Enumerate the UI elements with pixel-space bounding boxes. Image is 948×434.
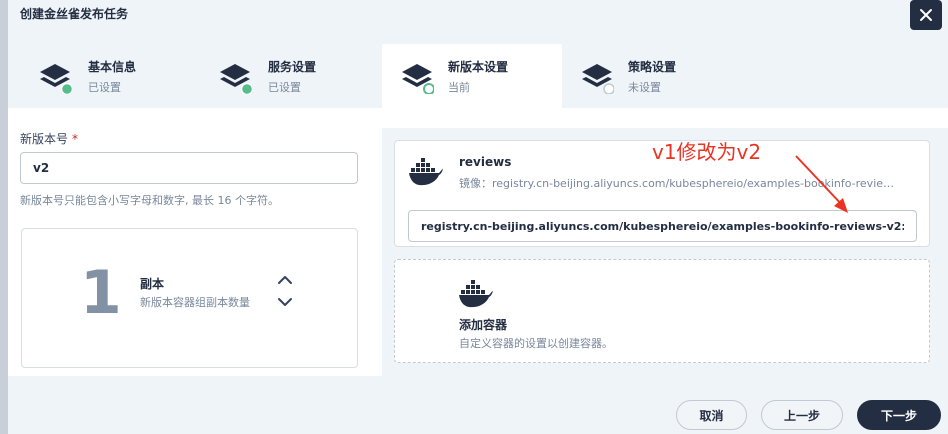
layers-icon	[582, 64, 614, 94]
step-status: 已设置	[88, 81, 121, 94]
background-page-edge	[0, 0, 8, 434]
step-title: 新版本设置	[448, 60, 509, 74]
replica-counter: 1 副本 新版本容器组副本数量	[21, 228, 358, 368]
increase-replicas-button[interactable]	[276, 273, 294, 287]
version-label: 新版本号 *	[20, 130, 78, 147]
add-container-description: 自定义容器的设置以创建容器。	[459, 337, 613, 350]
layers-icon	[220, 64, 252, 94]
modal-footer: 取消 上一步 下一步	[8, 376, 948, 434]
canary-release-modal: 创建金丝雀发布任务 基本信息 已设置 服务设置 已设置 新版本设置 当前 策略设…	[8, 0, 948, 434]
image-input[interactable]	[408, 210, 917, 242]
add-container-button[interactable]: 添加容器 自定义容器的设置以创建容器。	[394, 259, 930, 363]
modal-title: 创建金丝雀发布任务	[20, 7, 129, 21]
required-mark: *	[72, 132, 79, 146]
replica-count: 1	[80, 258, 122, 328]
cancel-button[interactable]: 取消	[676, 400, 747, 430]
step-status: 当前	[448, 81, 470, 94]
step-basic-info[interactable]: 基本信息 已设置	[8, 44, 188, 108]
decrease-replicas-button[interactable]	[276, 295, 294, 309]
next-step-button[interactable]: 下一步	[857, 400, 941, 430]
version-label-text: 新版本号	[20, 132, 69, 146]
add-container-title: 添加容器	[459, 318, 508, 332]
step-title: 基本信息	[88, 60, 137, 74]
container-name: reviews	[459, 155, 512, 169]
layers-icon	[402, 64, 434, 94]
step-title: 服务设置	[268, 60, 317, 74]
version-form: 新版本号* 新版本号只能包含小写字母和数字, 最长 16 个字符。 1 副本 新…	[8, 108, 380, 376]
step-new-version-settings[interactable]: 新版本设置 当前	[382, 44, 562, 108]
chevron-down-icon	[278, 298, 292, 306]
step-status: 已设置	[268, 81, 301, 94]
previous-step-button[interactable]: 上一步	[761, 400, 843, 430]
version-hint: 新版本号只能包含小写字母和数字, 最长 16 个字符。	[20, 194, 279, 207]
container-image-label: 镜像：registry.cn-beijing.aliyuncs.com/kube…	[459, 177, 901, 190]
replica-title: 副本	[140, 277, 165, 291]
close-icon	[920, 9, 932, 21]
step-strategy-settings[interactable]: 策略设置 未设置	[562, 44, 742, 108]
modal-header: 创建金丝雀发布任务	[8, 0, 948, 44]
docker-icon	[459, 280, 493, 308]
close-button[interactable]	[910, 0, 942, 30]
annotation-text: v1修改为v2	[652, 140, 762, 164]
containers-panel: reviews 镜像：registry.cn-beijing.aliyuncs.…	[382, 128, 948, 376]
step-title: 策略设置	[628, 60, 677, 74]
chevron-up-icon	[278, 276, 292, 284]
version-input[interactable]	[20, 152, 358, 184]
layers-icon	[40, 64, 72, 94]
replica-description: 新版本容器组副本数量	[140, 296, 250, 309]
step-tabs: 基本信息 已设置 服务设置 已设置 新版本设置 当前 策略设置 未设置	[8, 44, 948, 108]
docker-icon	[409, 158, 443, 186]
step-status: 未设置	[628, 81, 661, 94]
step-service-settings[interactable]: 服务设置 已设置	[188, 44, 368, 108]
